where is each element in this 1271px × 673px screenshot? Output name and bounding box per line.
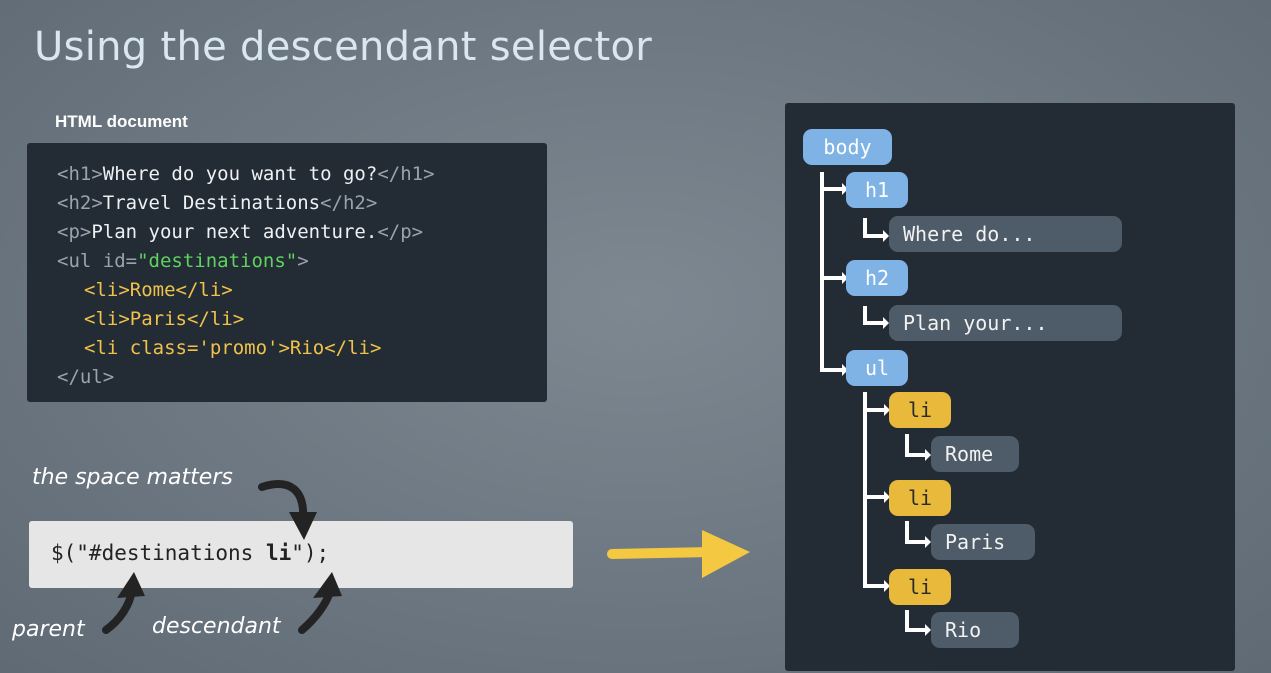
tree-node-h1: h1: [846, 172, 908, 208]
tree-node-h2-text: Plan your...: [889, 305, 1122, 341]
tree-node-h2: h2: [846, 260, 908, 296]
tree-node-body: body: [803, 129, 892, 165]
tree-node-li-1: li: [889, 392, 951, 428]
descendant-arrowhead-icon: [313, 572, 342, 598]
yellow-arrowhead-icon: [702, 530, 750, 578]
tree-node-li-2: li: [889, 480, 951, 516]
tree-node-h1-text: Where do...: [889, 216, 1122, 252]
tree-node-rio: Rio: [931, 612, 1019, 648]
tree-node-li-3: li: [889, 569, 951, 605]
yellow-arrow-icon: [607, 547, 717, 559]
tree-node-ul: ul: [846, 350, 908, 386]
space-arrowhead-icon: [289, 512, 317, 540]
tree-node-rome: Rome: [931, 436, 1019, 472]
parent-arrowhead-icon: [117, 572, 145, 598]
tree-node-paris: Paris: [931, 524, 1035, 560]
